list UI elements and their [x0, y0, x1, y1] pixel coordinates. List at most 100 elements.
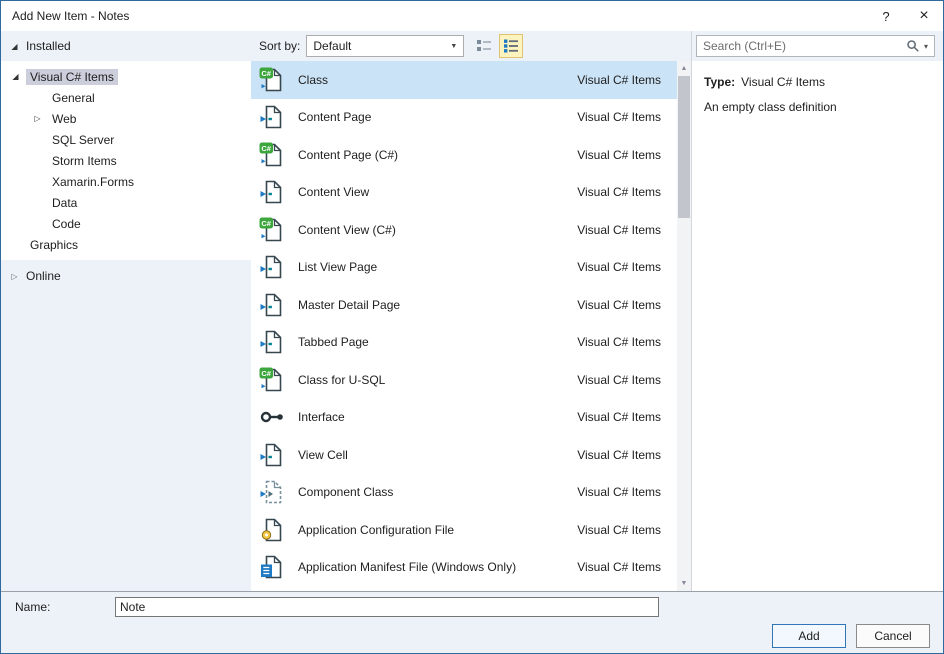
titlebar: Add New Item - Notes ? × — [1, 1, 943, 31]
template-item-component-class[interactable]: Component Class Visual C# Items — [251, 474, 677, 512]
tree-item-label: SQL Server — [48, 132, 118, 148]
csharp-class-icon: C# — [259, 67, 285, 93]
template-list: C# Class Visual C# Items Content Page Visual… — [251, 61, 677, 591]
page-icon — [259, 329, 285, 355]
collapsed-arrow-icon[interactable]: ▷ — [10, 272, 19, 281]
search-icon[interactable] — [906, 39, 920, 53]
template-description: An empty class definition — [704, 100, 931, 114]
svg-text:C#: C# — [261, 219, 271, 228]
template-name: View Cell — [298, 448, 348, 462]
scrollbar[interactable]: ▲ ▼ — [677, 61, 691, 591]
page-icon — [259, 104, 285, 130]
template-item-tabbed-page[interactable]: Tabbed PageVisual C# Items — [251, 324, 677, 362]
template-name: Class — [298, 73, 328, 87]
search-box[interactable]: ▾ — [696, 35, 935, 57]
window-title: Add New Item - Notes — [1, 9, 129, 23]
template-item-content-page[interactable]: Content Page Visual C# Items — [251, 99, 677, 137]
template-item-master-detail-page[interactable]: Master Detail PageVisual C# Items — [251, 286, 677, 324]
type-label: Type: — [704, 75, 735, 89]
tree-item-visual-c-items[interactable]: ◢Visual C# Items — [1, 66, 251, 87]
tree-item-web[interactable]: ▷Web — [1, 108, 251, 129]
template-item-class-for-u-sql[interactable]: C#Class for U-SQLVisual C# Items — [251, 361, 677, 399]
tree-item-general[interactable]: General — [1, 87, 251, 108]
scrollbar-track[interactable] — [677, 76, 691, 576]
component-icon — [259, 479, 285, 505]
template-name: Content View — [298, 185, 369, 199]
template-group: Visual C# Items — [577, 560, 661, 574]
template-group: Visual C# Items — [577, 335, 661, 349]
expanded-arrow-icon[interactable]: ◢ — [10, 42, 19, 51]
template-item-list-view-page[interactable]: List View Page Visual C# Items — [251, 249, 677, 287]
tree-item-label: Graphics — [26, 237, 82, 253]
small-icons-view-button[interactable] — [472, 34, 496, 58]
titlebar-buttons: ? × — [867, 1, 943, 31]
template-name: Interface — [298, 410, 345, 424]
tree-item-code[interactable]: Code — [1, 213, 251, 234]
tree-item-label: Storm Items — [48, 153, 121, 169]
template-pane: Sort by: Default ▼ — [251, 31, 691, 591]
expanded-arrow-icon[interactable]: ◢ — [11, 72, 20, 81]
template-item-application-configuration-file[interactable]: Application Configuration File Visual C# … — [251, 511, 677, 549]
template-item-interface[interactable]: InterfaceVisual C# Items — [251, 399, 677, 437]
sort-dropdown[interactable]: Default ▼ — [306, 35, 464, 57]
name-row: Name: — [1, 597, 943, 617]
template-group: Visual C# Items — [577, 185, 661, 199]
cancel-button[interactable]: Cancel — [856, 624, 930, 648]
template-group: Visual C# Items — [577, 260, 661, 274]
category-pane: ◢ Installed ◢Visual C# ItemsGeneral▷Web S… — [1, 31, 251, 591]
search-input[interactable] — [703, 39, 906, 53]
scroll-up-icon[interactable]: ▲ — [677, 61, 691, 76]
search-area: ▾ — [692, 31, 943, 61]
template-details: Type:Visual C# Items An empty class defi… — [692, 61, 943, 128]
template-group: Visual C# Items — [577, 523, 661, 537]
template-name: Content Page — [298, 110, 371, 124]
installed-label: Installed — [26, 39, 71, 53]
template-item-content-page-c[interactable]: C#Content Page (C#)Visual C# Items — [251, 136, 677, 174]
template-name: Application Configuration File — [298, 523, 454, 537]
add-new-item-dialog: Add New Item - Notes ? × ◢ Installed ◢Vi… — [0, 0, 944, 654]
template-group: Visual C# Items — [577, 223, 661, 237]
tree-item-xamarin-forms[interactable]: Xamarin.Forms — [1, 171, 251, 192]
tree-item-graphics[interactable]: Graphics — [1, 234, 251, 255]
template-item-class[interactable]: C#ClassVisual C# Items — [251, 61, 677, 99]
manifest-icon — [259, 554, 285, 580]
template-name: Content View (C#) — [298, 223, 396, 237]
details-pane: ▾ Type:Visual C# Items An empty class de… — [691, 31, 943, 591]
sort-dropdown-value: Default — [313, 39, 351, 53]
csharp-class-icon: C# — [259, 217, 285, 243]
scroll-down-icon[interactable]: ▼ — [677, 576, 691, 591]
scrollbar-thumb[interactable] — [678, 76, 690, 218]
interface-icon — [259, 404, 285, 430]
template-name: Component Class — [298, 485, 393, 499]
tree-item-storm-items[interactable]: Storm Items — [1, 150, 251, 171]
search-dropdown-icon[interactable]: ▾ — [924, 42, 928, 51]
template-group: Visual C# Items — [577, 485, 661, 499]
template-name: Application Manifest File (Windows Only) — [298, 560, 516, 574]
add-button[interactable]: Add — [772, 624, 846, 648]
template-group: Visual C# Items — [577, 148, 661, 162]
help-button[interactable]: ? — [867, 1, 905, 31]
template-group: Visual C# Items — [577, 448, 661, 462]
online-section-header[interactable]: ▷ Online — [1, 265, 251, 287]
template-item-application-manifest-file-windows-only[interactable]: Application Manifest File (Windows Only)… — [251, 549, 677, 587]
template-item-view-cell[interactable]: View Cell Visual C# Items — [251, 436, 677, 474]
close-button[interactable]: × — [905, 1, 943, 31]
template-group: Visual C# Items — [577, 110, 661, 124]
help-icon: ? — [882, 9, 889, 24]
page-icon — [259, 179, 285, 205]
list-view-button[interactable] — [499, 34, 523, 58]
template-name: List View Page — [298, 260, 377, 274]
view-mode-buttons — [472, 34, 523, 58]
online-label: Online — [26, 269, 61, 283]
template-item-content-view[interactable]: Content View Visual C# Items — [251, 174, 677, 212]
sort-by-label: Sort by: — [259, 39, 300, 53]
installed-section-header[interactable]: ◢ Installed — [1, 31, 251, 61]
category-tree: ◢Visual C# ItemsGeneral▷Web SQL Server Sto… — [1, 61, 251, 260]
template-item-content-view-c[interactable]: C# Content View (C#) Visual C# Items — [251, 211, 677, 249]
collapsed-arrow-icon[interactable]: ▷ — [33, 114, 42, 123]
tree-item-sql-server[interactable]: SQL Server — [1, 129, 251, 150]
tree-item-label: Data — [48, 195, 81, 211]
csharp-class-icon: C# — [259, 367, 285, 393]
tree-item-data[interactable]: Data — [1, 192, 251, 213]
name-input[interactable] — [115, 597, 659, 617]
